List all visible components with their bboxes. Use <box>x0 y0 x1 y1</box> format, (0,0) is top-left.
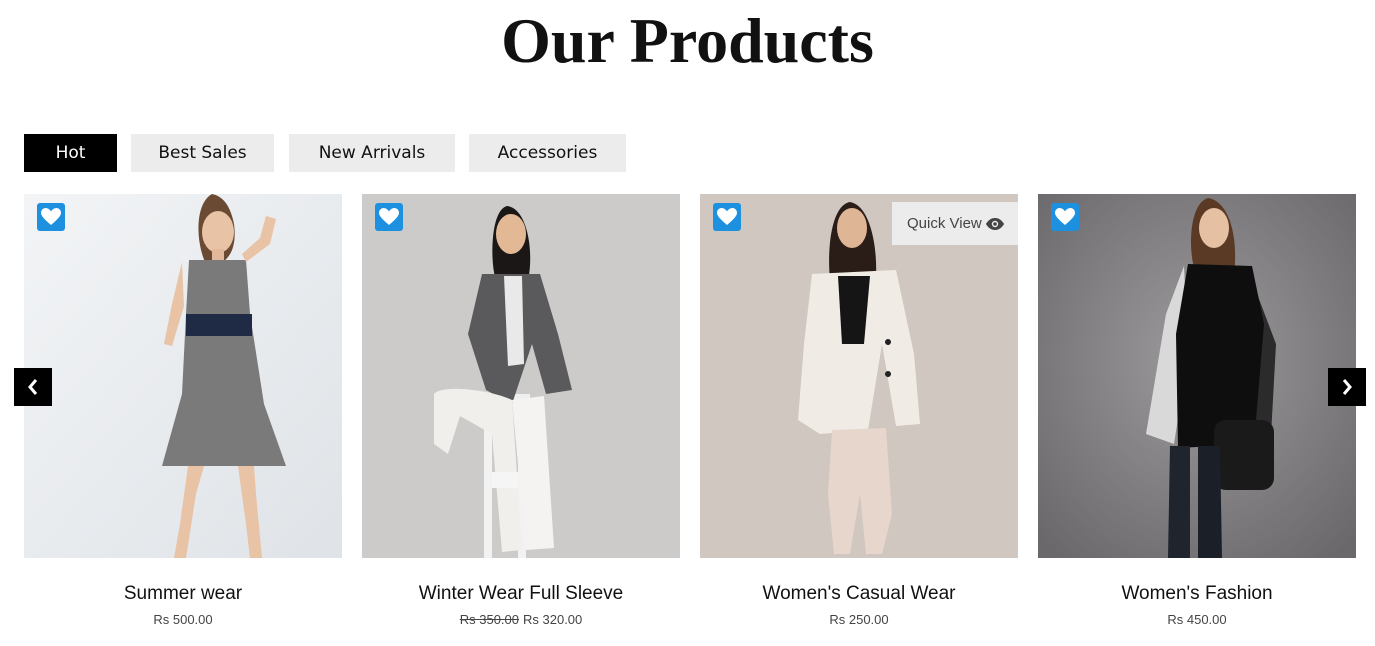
product-price: Rs 450.00 <box>1038 612 1356 627</box>
product-name[interactable]: Winter Wear Full Sleeve <box>362 582 680 606</box>
heart-icon <box>717 208 737 225</box>
product-image[interactable]: Quick View <box>700 194 1018 558</box>
product-card[interactable]: Quick View Women's Casual Wear Rs 250.00 <box>700 194 1018 627</box>
tab-new-arrivals[interactable]: New Arrivals <box>289 134 455 172</box>
tab-best-sales[interactable]: Best Sales <box>131 134 274 172</box>
old-price: Rs 350.00 <box>459 612 519 627</box>
product-image[interactable] <box>1038 194 1356 558</box>
carousel-next-button[interactable] <box>1328 368 1366 406</box>
product-card[interactable]: Women's Fashion Rs 450.00 <box>1038 194 1356 627</box>
product-image[interactable] <box>362 194 680 558</box>
product-price: Rs 250.00 <box>700 612 1018 627</box>
chevron-left-icon <box>28 379 38 395</box>
current-price: Rs 450.00 <box>1167 612 1227 627</box>
product-name[interactable]: Summer wear <box>24 582 342 606</box>
product-price: Rs 500.00 <box>24 612 342 627</box>
product-name[interactable]: Women's Fashion <box>1038 582 1356 606</box>
eye-icon <box>986 218 1004 230</box>
product-name[interactable]: Women's Casual Wear <box>700 582 1018 606</box>
product-card[interactable]: Summer wear Rs 500.00 <box>24 194 342 627</box>
wishlist-button[interactable] <box>37 203 65 231</box>
wishlist-button[interactable] <box>713 203 741 231</box>
heart-icon <box>1055 208 1075 225</box>
wishlist-button[interactable] <box>1051 203 1079 231</box>
page-title: Our Products <box>501 5 874 76</box>
quick-view-label: Quick View <box>907 215 982 232</box>
wishlist-button[interactable] <box>375 203 403 231</box>
product-card[interactable]: Winter Wear Full Sleeve Rs 350.00 Rs 320.… <box>362 194 680 627</box>
current-price: Rs 500.00 <box>153 612 213 627</box>
heart-icon <box>379 208 399 225</box>
tab-accessories[interactable]: Accessories <box>469 134 626 172</box>
current-price: Rs 320.00 <box>523 612 583 627</box>
chevron-right-icon <box>1342 379 1352 395</box>
current-price: Rs 250.00 <box>829 612 889 627</box>
quick-view-button[interactable]: Quick View <box>892 202 1018 245</box>
carousel-prev-button[interactable] <box>14 368 52 406</box>
tab-hot[interactable]: Hot <box>24 134 117 172</box>
product-price: Rs 350.00 Rs 320.00 <box>362 612 680 627</box>
heart-icon <box>41 208 61 225</box>
product-image[interactable] <box>24 194 342 558</box>
